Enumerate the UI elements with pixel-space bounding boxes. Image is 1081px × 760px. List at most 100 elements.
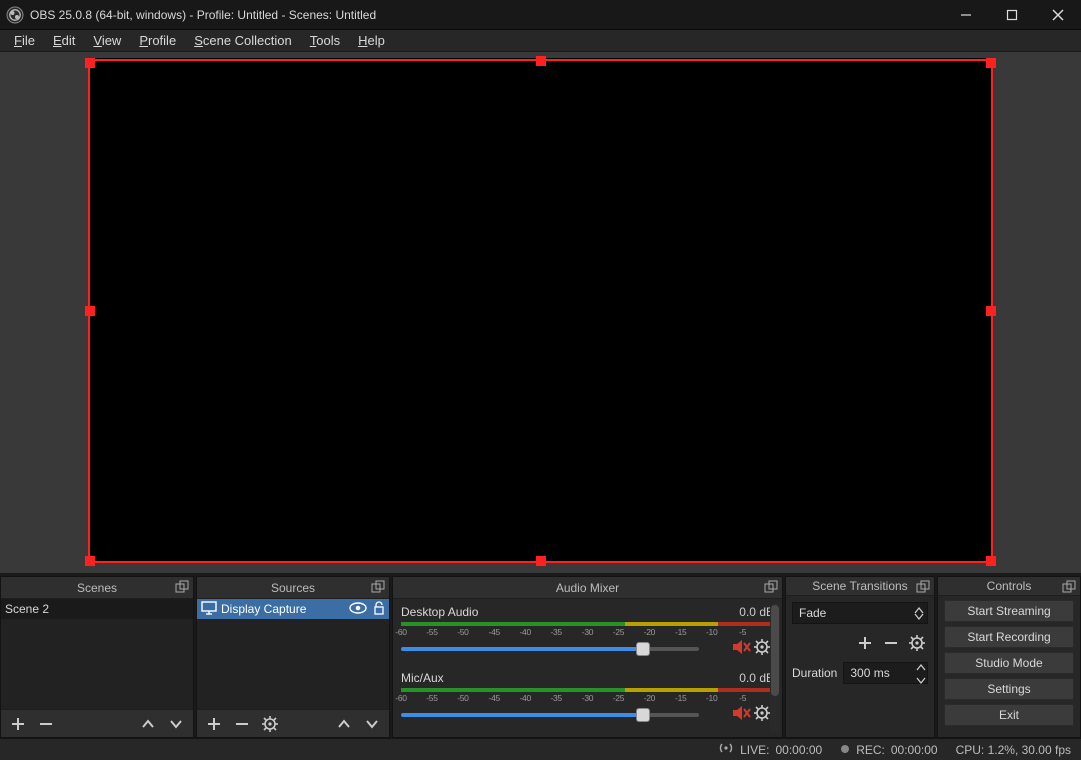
menubar: File Edit View Profile Scene Collection … [0,30,1081,52]
resize-handle-top-right[interactable] [986,58,996,68]
panel-header-sources[interactable]: Sources [197,577,389,599]
sources-list[interactable]: Display Capture [197,599,389,709]
scenes-list[interactable]: Scene 2 [1,599,193,709]
menu-file[interactable]: File [6,31,43,50]
remove-scene-button[interactable] [35,713,57,735]
move-source-up-button[interactable] [333,713,355,735]
mixer-track-db: 0.0 dB [739,671,774,685]
lock-toggle-icon[interactable] [373,601,385,618]
panel-title: Audio Mixer [556,581,619,595]
transition-properties-button[interactable] [906,632,928,654]
source-properties-button[interactable] [259,713,281,735]
menu-help[interactable]: Help [350,31,393,50]
status-live-label: LIVE: [740,743,769,757]
undock-icon[interactable] [175,580,189,597]
transition-selected-label: Fade [799,606,826,620]
panel-title: Controls [987,579,1032,593]
undock-icon[interactable] [916,580,930,597]
add-transition-button[interactable] [854,632,876,654]
resize-handle-bottom-left[interactable] [85,556,95,566]
menu-edit[interactable]: Edit [45,31,83,50]
mixer-track-name: Desktop Audio [401,605,478,619]
resize-handle-middle-right[interactable] [986,306,996,316]
window-close-button[interactable] [1035,0,1081,30]
remove-transition-button[interactable] [880,632,902,654]
resize-handle-bottom-middle[interactable] [536,556,546,566]
mixer-body: Desktop Audio 0.0 dB -60 -55 -50 -45 -40… [393,599,782,737]
panel-scenes: Scenes Scene 2 [0,576,194,738]
panel-header-transitions[interactable]: Scene Transitions [786,577,934,596]
studio-mode-button[interactable]: Studio Mode [944,652,1074,674]
titlebar: OBS 25.0.8 (64-bit, windows) - Profile: … [0,0,1081,30]
panel-sources: Sources Display Capture [196,576,390,738]
start-streaming-button[interactable]: Start Streaming [944,600,1074,622]
selection-outline[interactable] [88,59,993,563]
volume-slider[interactable] [401,707,699,723]
monitor-icon [201,601,217,618]
resize-handle-top-middle[interactable] [536,56,546,66]
panel-title: Scene Transitions [812,579,907,593]
mixer-meter [401,688,774,692]
duration-label: Duration [792,666,837,680]
undock-icon[interactable] [1062,580,1076,597]
move-scene-up-button[interactable] [137,713,159,735]
mute-button-icon[interactable] [732,705,750,724]
undock-icon[interactable] [371,580,385,597]
remove-source-button[interactable] [231,713,253,735]
volume-slider[interactable] [401,641,699,657]
broadcast-icon [718,742,734,757]
add-scene-button[interactable] [7,713,29,735]
visibility-toggle-icon[interactable] [349,601,367,618]
window-maximize-button[interactable] [989,0,1035,30]
status-rec-label: REC: [856,743,885,757]
panel-header-scenes[interactable]: Scenes [1,577,193,599]
status-cpu: CPU: 1.2%, 30.00 fps [956,743,1071,757]
track-settings-icon[interactable] [754,705,770,724]
window-title: OBS 25.0.8 (64-bit, windows) - Profile: … [30,8,376,22]
mixer-ticks: -60 -55 -50 -45 -40 -35 -30 -25 -20 -15 … [401,693,774,703]
preview-area[interactable] [0,52,1081,574]
scene-item[interactable]: Scene 2 [1,599,193,619]
status-bar: LIVE: 00:00:00 REC: 00:00:00 CPU: 1.2%, … [0,738,1081,760]
record-dot-icon [840,743,850,757]
sources-toolbar [197,709,389,737]
panel-scene-transitions: Scene Transitions Fade [785,576,935,738]
mixer-track-name: Mic/Aux [401,671,444,685]
duration-spinbox[interactable]: 300 ms [843,662,928,684]
add-source-button[interactable] [203,713,225,735]
settings-button[interactable]: Settings [944,678,1074,700]
resize-handle-middle-left[interactable] [85,306,95,316]
panel-title: Sources [271,581,315,595]
move-source-down-button[interactable] [361,713,383,735]
source-item[interactable]: Display Capture [197,599,389,619]
menu-scene-collection[interactable]: Scene Collection [186,31,300,50]
exit-button[interactable]: Exit [944,704,1074,726]
panel-controls: Controls Start Streaming Start Recording… [937,576,1081,738]
chevron-updown-icon [915,608,923,619]
mixer-track-db: 0.0 dB [739,605,774,619]
spin-up-icon[interactable] [917,659,925,673]
panel-audio-mixer: Audio Mixer Desktop Audio 0.0 dB [392,576,783,738]
source-item-label: Display Capture [221,602,306,616]
preview-canvas[interactable] [90,58,991,561]
menu-tools[interactable]: Tools [302,31,348,50]
menu-view[interactable]: View [85,31,129,50]
mixer-track: Mic/Aux 0.0 dB -60 -55 -50 -45 -40 -35 -… [401,671,774,723]
resize-handle-bottom-right[interactable] [986,556,996,566]
panel-header-controls[interactable]: Controls [938,577,1080,596]
status-live-time: 00:00:00 [775,743,822,757]
panel-header-mixer[interactable]: Audio Mixer [393,577,782,599]
bottom-docks: Scenes Scene 2 Sources [0,574,1081,738]
mixer-scrollbar[interactable] [770,603,780,733]
spin-down-icon[interactable] [917,673,925,687]
window-minimize-button[interactable] [943,0,989,30]
start-recording-button[interactable]: Start Recording [944,626,1074,648]
undock-icon[interactable] [764,580,778,597]
menu-profile[interactable]: Profile [131,31,184,50]
move-scene-down-button[interactable] [165,713,187,735]
resize-handle-top-left[interactable] [85,58,95,68]
track-settings-icon[interactable] [754,639,770,658]
mixer-meter [401,622,774,626]
transition-select[interactable]: Fade [792,602,928,624]
mute-button-icon[interactable] [732,639,750,658]
